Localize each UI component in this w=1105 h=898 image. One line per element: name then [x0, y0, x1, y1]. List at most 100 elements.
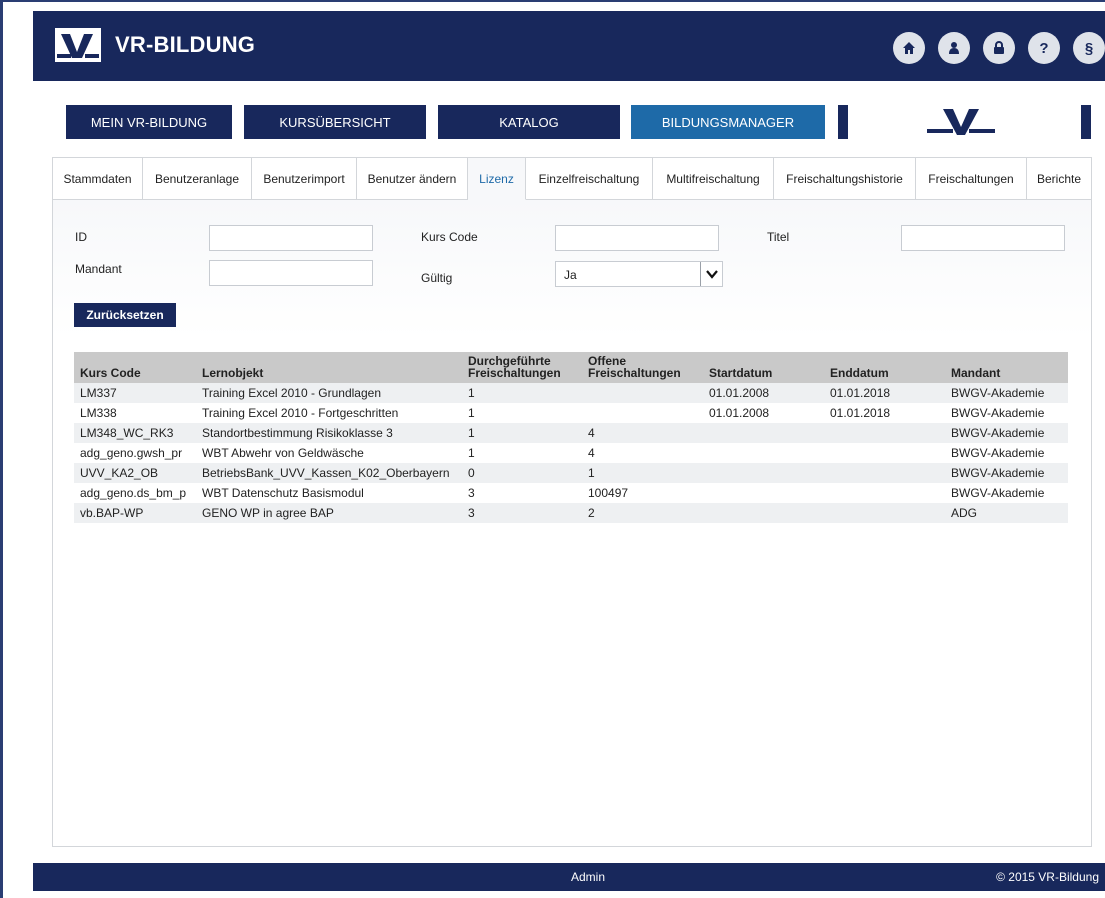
- table-cell: BWGV-Akademie: [945, 423, 1068, 443]
- table-cell: 01.01.2008: [709, 406, 770, 420]
- tab-benutzerimport[interactable]: Benutzerimport: [252, 158, 357, 200]
- table-row[interactable]: LM338 Training Excel 2010 - Fortgeschritt…: [74, 403, 1068, 423]
- footer-copyright: © 2015 VR-Bildung: [996, 870, 1099, 884]
- titel-label: Titel: [767, 230, 790, 244]
- logo-text: VR-BILDUNG: [115, 32, 256, 57]
- footer-bar: Admin © 2015 VR-Bildung: [33, 863, 1105, 891]
- vr-logo-small-icon: [927, 109, 995, 135]
- kurs-code-input[interactable]: [555, 225, 719, 251]
- table-cell: [703, 483, 824, 503]
- table-cell: LM348_WC_RK3: [74, 423, 196, 443]
- window-border-top: [0, 0, 1105, 2]
- table-row[interactable]: LM348_WC_RK3 Standortbestimmung Risikokla…: [74, 423, 1068, 443]
- legal-icon[interactable]: §: [1073, 32, 1105, 64]
- user-icon[interactable]: [938, 32, 970, 64]
- nav-separator-right: [1081, 105, 1091, 139]
- table-cell: UVV_KA2_OB: [74, 463, 196, 483]
- table-cell: 100497: [588, 486, 629, 500]
- table-row[interactable]: LM337 Training Excel 2010 - Grundlagen 1 01…: [74, 383, 1068, 403]
- table-cell: vb.BAP-WP: [74, 503, 196, 523]
- tab-freischaltungshistorie[interactable]: Freischaltungshistorie: [774, 158, 916, 200]
- tab-multifreischaltung[interactable]: Multifreischaltung: [653, 158, 774, 200]
- table-cell: WBT Datenschutz Basismodul: [202, 486, 364, 500]
- table-cell: [703, 463, 824, 483]
- col-lernobjekt[interactable]: Lernobjekt: [196, 352, 462, 383]
- header-icons: ? §: [893, 32, 1105, 64]
- table-cell: [703, 423, 824, 443]
- table-cell: 3: [468, 486, 475, 500]
- tab-stammdaten[interactable]: Stammdaten: [53, 158, 143, 200]
- id-label: ID: [75, 230, 87, 244]
- chevron-down-icon[interactable]: [700, 262, 722, 286]
- table-cell: Training Excel 2010 - Fortgeschritten: [202, 406, 399, 420]
- main-nav: MEIN VR-BILDUNG KURSÜBERSICHT KATALOG BI…: [0, 105, 1105, 139]
- table-header-row: Kurs Code Lernobjekt Durchgeführte Freis…: [74, 352, 1068, 383]
- table-cell: adg_geno.gwsh_pr: [80, 446, 183, 460]
- lock-icon[interactable]: [983, 32, 1015, 64]
- content-panel: Stammdaten Benutzeranlage Benutzerimport…: [52, 157, 1092, 847]
- table-cell: 1: [468, 406, 475, 420]
- table-cell: 4: [582, 423, 703, 443]
- table-cell: BWGV-Akademie: [945, 383, 1068, 403]
- logo[interactable]: VR-BILDUNG: [55, 25, 255, 65]
- nav-kursuebersicht[interactable]: KURSÜBERSICHT: [244, 105, 426, 139]
- table-cell: ADG: [945, 503, 1068, 523]
- table-cell: BetriebsBank_UVV_Kassen_K02_Oberbayern: [196, 463, 462, 483]
- table-cell: [824, 503, 945, 523]
- col-startdatum[interactable]: Startdatum: [703, 352, 824, 383]
- table-body: LM337 Training Excel 2010 - Grundlagen 1 01…: [74, 383, 1068, 523]
- tab-freischaltungen[interactable]: Freischaltungen: [916, 158, 1027, 200]
- id-input[interactable]: [209, 225, 373, 251]
- gueltig-select-value: Ja: [564, 268, 577, 282]
- tab-berichte[interactable]: Berichte: [1027, 158, 1091, 200]
- license-table: Kurs Code Lernobjekt Durchgeführte Freis…: [74, 352, 1068, 523]
- col-kurs-code[interactable]: Kurs Code: [74, 352, 196, 383]
- nav-separator: [838, 105, 848, 139]
- titel-input[interactable]: [901, 225, 1065, 251]
- table-cell: [824, 443, 945, 463]
- table-row[interactable]: adg_geno.gwsh_pr WBT Abwehr von Geldwäsch…: [74, 443, 1068, 463]
- table-row[interactable]: adg_geno.ds_bm_p WBT Datenschutz Basismod…: [74, 483, 1068, 503]
- col-enddatum[interactable]: Enddatum: [824, 352, 945, 383]
- help-icon[interactable]: ?: [1028, 32, 1060, 64]
- table-cell: LM337: [74, 383, 196, 403]
- table-cell: BWGV-Akademie: [951, 486, 1045, 500]
- tab-bar: Stammdaten Benutzeranlage Benutzerimport…: [53, 158, 1091, 200]
- filter-panel: ID Kurs Code Titel Mandant Gültig Ja Zur…: [53, 200, 1091, 338]
- table-cell: 1: [468, 446, 475, 460]
- gueltig-select[interactable]: Ja: [555, 261, 723, 287]
- footer-user: Admin: [571, 870, 606, 884]
- col-durchgefuehrte[interactable]: Durchgeführte Freischaltungen: [462, 352, 582, 383]
- tab-einzelfreischaltung[interactable]: Einzelfreischaltung: [526, 158, 653, 200]
- table-cell: 4: [588, 446, 595, 460]
- kurs-code-label: Kurs Code: [421, 230, 478, 244]
- tab-benutzeranlage[interactable]: Benutzeranlage: [143, 158, 252, 200]
- gueltig-label: Gültig: [421, 271, 453, 285]
- table-cell: BWGV-Akademie: [945, 463, 1068, 483]
- table-cell: 2: [582, 503, 703, 523]
- table-cell: BWGV-Akademie: [951, 406, 1045, 420]
- table-cell: WBT Abwehr von Geldwäsche: [202, 446, 364, 460]
- tab-benutzer-aendern[interactable]: Benutzer ändern: [357, 158, 468, 200]
- home-icon[interactable]: [893, 32, 925, 64]
- col-mandant[interactable]: Mandant: [945, 352, 1068, 383]
- nav-bildungsmanager[interactable]: BILDUNGSMANAGER: [631, 105, 825, 139]
- table-cell: BWGV-Akademie: [951, 446, 1045, 460]
- nav-katalog[interactable]: KATALOG: [438, 105, 620, 139]
- table-row[interactable]: vb.BAP-WP GENO WP in agree BAP 3 2 ADG: [74, 503, 1068, 523]
- table-cell: 01.01.2008: [703, 383, 824, 403]
- col-offene[interactable]: Offene Freischaltungen: [582, 352, 703, 383]
- table-cell: 1: [462, 423, 582, 443]
- reset-button[interactable]: Zurücksetzen: [74, 303, 176, 327]
- table-row[interactable]: UVV_KA2_OB BetriebsBank_UVV_Kassen_K02_Ob…: [74, 463, 1068, 483]
- table-cell: 1: [462, 383, 582, 403]
- header-bar: VR-BILDUNG ? §: [33, 11, 1105, 81]
- tab-lizenz[interactable]: Lizenz: [468, 158, 526, 200]
- table-cell: LM338: [80, 406, 117, 420]
- table-cell: [824, 463, 945, 483]
- mandant-label: Mandant: [75, 262, 122, 276]
- table-cell: [582, 403, 703, 423]
- nav-mein-vr-bildung[interactable]: MEIN VR-BILDUNG: [66, 105, 232, 139]
- table-cell: [824, 483, 945, 503]
- mandant-input[interactable]: [209, 260, 373, 286]
